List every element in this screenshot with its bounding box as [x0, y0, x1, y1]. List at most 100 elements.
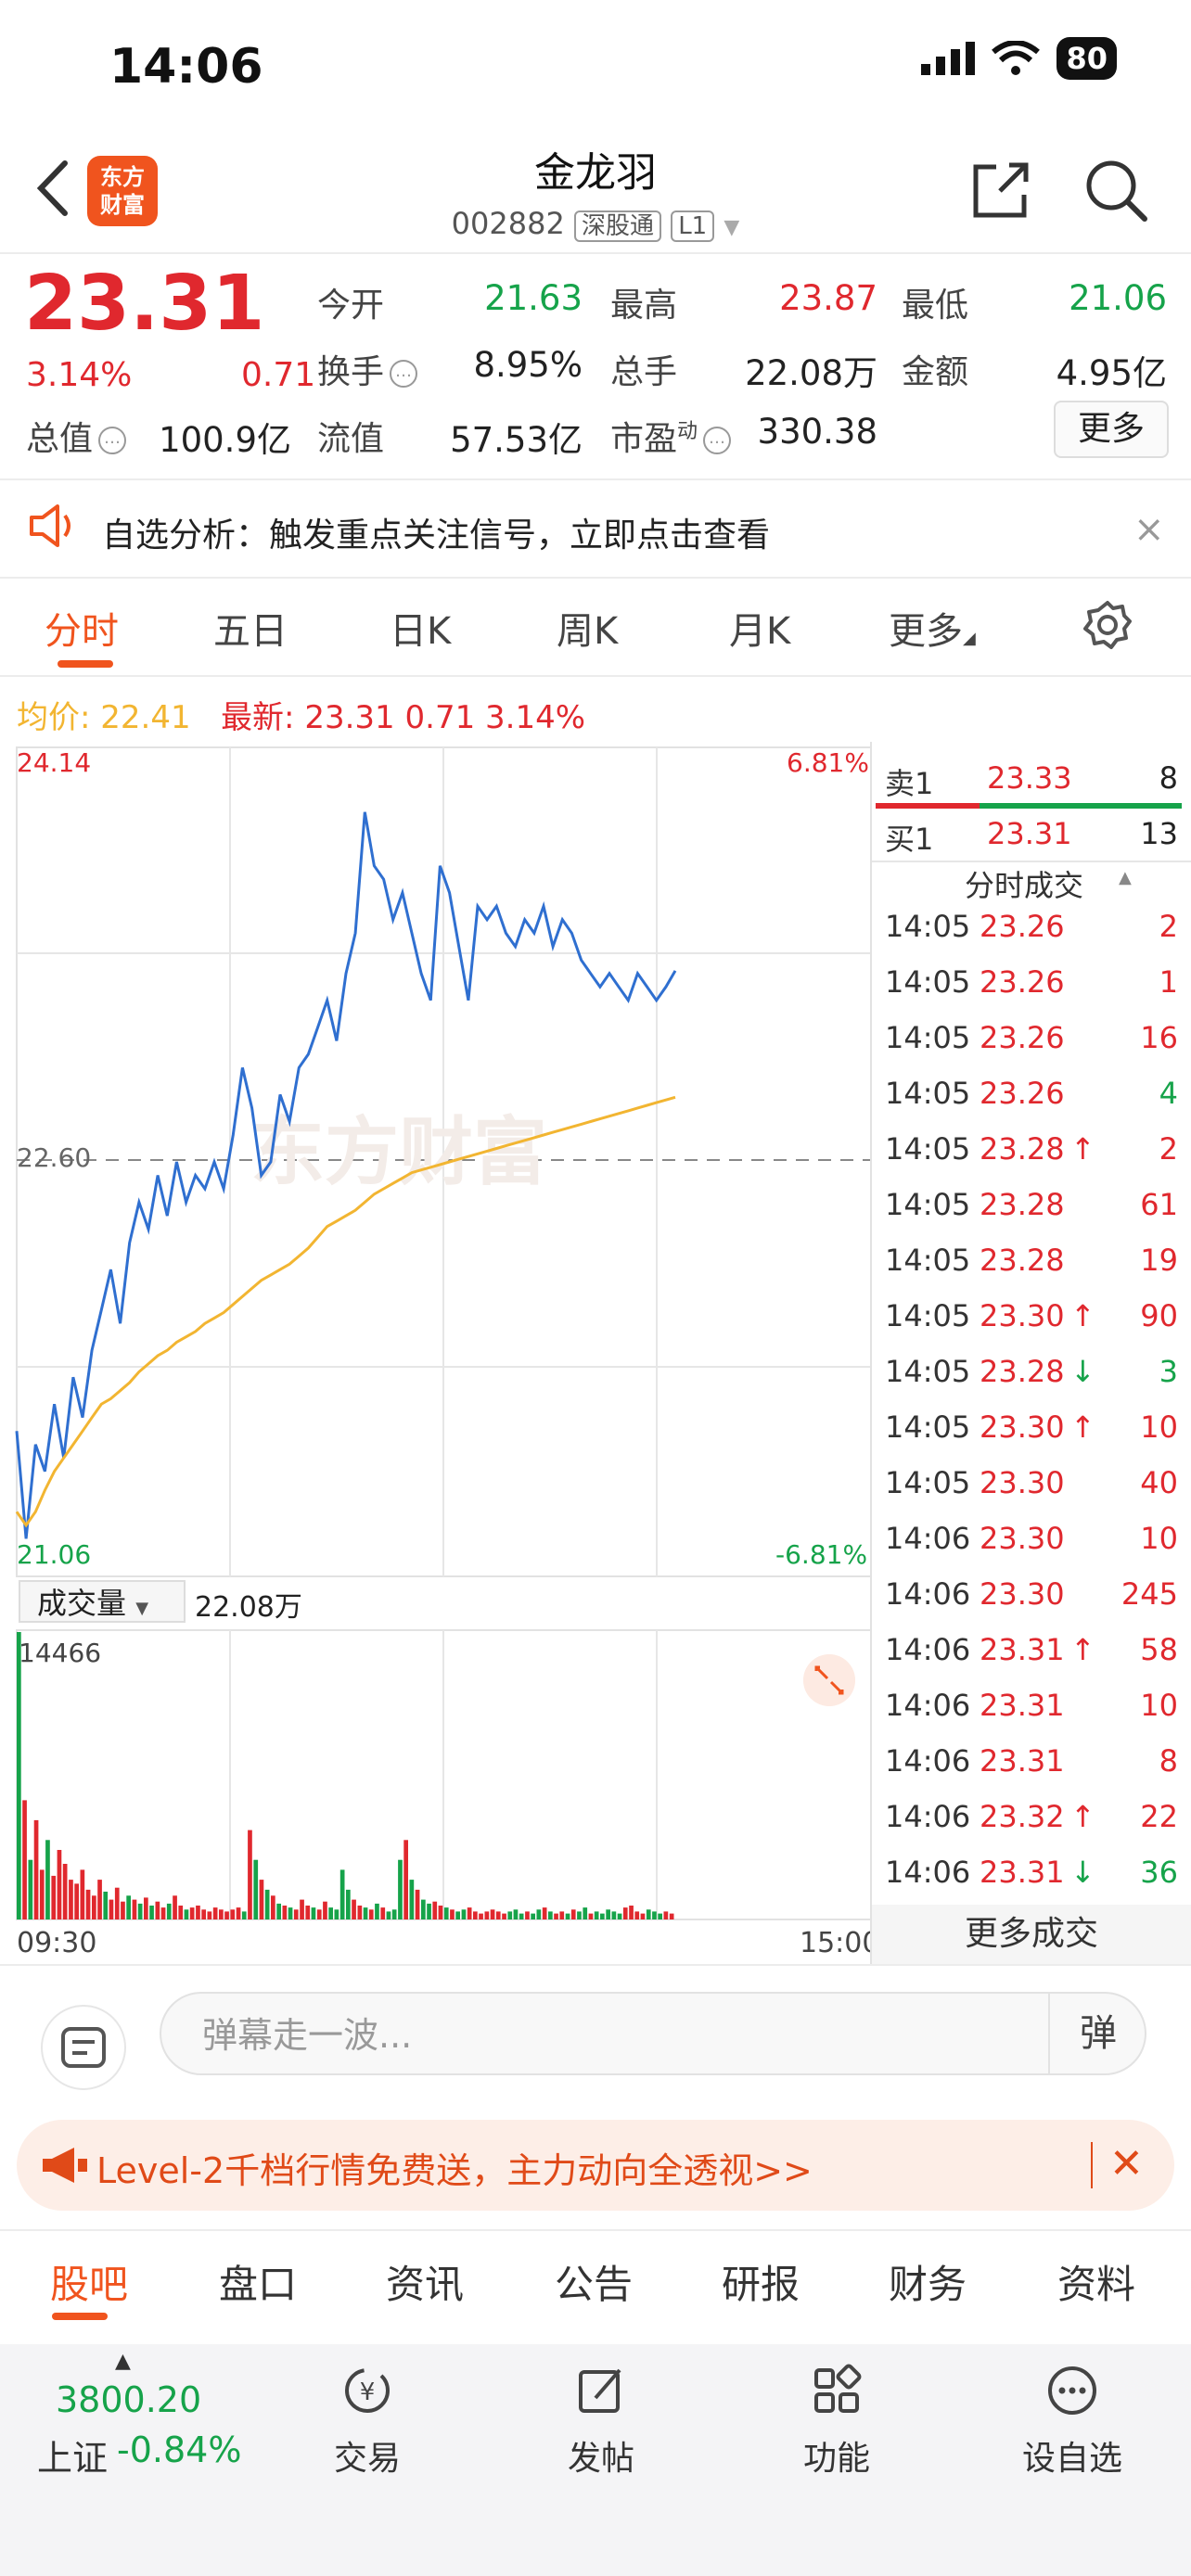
- tab-five-day[interactable]: 五日: [213, 601, 288, 655]
- x-end-label: 15:00: [800, 1927, 880, 1959]
- volume-bar: [178, 1906, 184, 1919]
- volume-bar: [334, 1909, 339, 1919]
- tab-announcements[interactable]: 公告: [555, 2253, 633, 2310]
- market-cap-label[interactable]: 总值…: [26, 412, 127, 460]
- volume-bar: [409, 1880, 415, 1919]
- volume-bar: [617, 1913, 622, 1919]
- functions-button[interactable]: 功能: [772, 2363, 902, 2480]
- intraday-chart[interactable]: 东方财富: [0, 742, 872, 1947]
- tick-time: 14:05: [885, 1187, 971, 1222]
- turnover-label-text: 换手: [317, 353, 385, 391]
- post-button[interactable]: 发帖: [536, 2363, 666, 2480]
- volume-max-label: 14466: [19, 1638, 102, 1668]
- volume-bar: [45, 1840, 50, 1919]
- index-value[interactable]: 3800.20: [56, 2379, 201, 2420]
- tick-volume: 2: [1159, 909, 1178, 944]
- tab-pankou[interactable]: 盘口: [219, 2253, 297, 2310]
- trade-button[interactable]: ¥ 交易: [302, 2363, 432, 2480]
- tab-intraday[interactable]: 分时: [45, 601, 119, 655]
- tick-price: 23.31: [980, 1855, 1065, 1890]
- tab-guba[interactable]: 股吧: [50, 2253, 128, 2310]
- market-cap-label-text: 总值: [26, 420, 94, 458]
- info-icon[interactable]: …: [98, 427, 127, 454]
- volume-bar: [132, 1899, 137, 1919]
- tick-volume: 8: [1159, 1743, 1178, 1779]
- volume-bar: [386, 1911, 391, 1919]
- promo-text[interactable]: Level-2千档行情免费送，主力动向全透视>>: [96, 2142, 813, 2193]
- tick-row: 14:05 23.30 ↑ 10: [872, 1409, 1178, 1447]
- add-watchlist-label: 设自选: [1021, 2440, 1122, 2478]
- volume-indicator-select[interactable]: 成交量 ▼: [19, 1580, 186, 1623]
- arrow-up-icon: ↑: [1070, 1632, 1095, 1667]
- close-icon[interactable]: ✕: [1109, 2140, 1144, 2187]
- turnover-label[interactable]: 换手…: [317, 345, 418, 393]
- tab-daily-k[interactable]: 日K: [390, 601, 451, 655]
- tab-weekly-k[interactable]: 周K: [557, 601, 618, 655]
- trade-icon: ¥: [345, 2368, 390, 2413]
- search-icon[interactable]: [1083, 158, 1148, 223]
- volume-bar: [490, 1909, 495, 1919]
- volume-bar: [241, 1911, 247, 1919]
- tick-volume: 61: [1140, 1187, 1178, 1222]
- latest-value: 23.31: [304, 699, 395, 736]
- tick-time: 14:06: [885, 1855, 971, 1890]
- pe-label[interactable]: 市盈动…: [610, 412, 732, 460]
- megaphone-icon: [43, 2148, 87, 2183]
- volume-bar: [600, 1913, 605, 1919]
- high-value: 23.87: [779, 278, 877, 318]
- more-button[interactable]: 更多: [1054, 401, 1169, 458]
- tick-time: 14:05: [885, 1243, 971, 1278]
- tick-time: 14:05: [885, 1354, 971, 1389]
- tab-research[interactable]: 研报: [722, 2253, 800, 2310]
- tab-finance[interactable]: 财务: [889, 2253, 967, 2310]
- dropdown-icon: ▼: [724, 216, 740, 239]
- volume-bar: [594, 1911, 599, 1919]
- volume-bar: [536, 1909, 542, 1919]
- volume-bar: [80, 1869, 85, 1919]
- share-icon[interactable]: [968, 158, 1033, 223]
- volume-bar: [207, 1911, 212, 1919]
- tab-news[interactable]: 资讯: [386, 2253, 464, 2310]
- tick-volume: 10: [1140, 1521, 1178, 1556]
- tab-profile[interactable]: 资料: [1057, 2253, 1135, 2310]
- info-icon[interactable]: …: [390, 360, 418, 388]
- stock-code: 002882: [451, 206, 565, 241]
- volume-bar: [548, 1911, 553, 1919]
- caret-up-icon: ▲: [1119, 868, 1132, 887]
- tick-price: 23.28: [980, 1354, 1065, 1389]
- index-name[interactable]: 上证: [37, 2429, 108, 2480]
- volume-bar: [236, 1907, 241, 1919]
- tick-price: 23.30: [980, 1298, 1065, 1333]
- tab-more[interactable]: 更多◢: [889, 601, 976, 655]
- danmu-send-button[interactable]: 弹: [1048, 1994, 1146, 2073]
- tick-time: 14:06: [885, 1521, 971, 1556]
- tick-row: 14:05 23.26 4: [872, 1076, 1178, 1113]
- expand-icon[interactable]: [803, 1654, 855, 1706]
- volume-bar: [149, 1906, 154, 1919]
- info-icon[interactable]: …: [703, 427, 732, 454]
- index-change[interactable]: -0.84%: [117, 2429, 241, 2470]
- arrow-down-icon: ↓: [1070, 1855, 1095, 1890]
- tab-active-indicator: [52, 2313, 108, 2320]
- volume-bar: [554, 1913, 558, 1919]
- amount-value: 4.95亿: [1056, 353, 1167, 393]
- tab-monthly-k[interactable]: 月K: [729, 601, 790, 655]
- close-icon[interactable]: ×: [1133, 508, 1165, 551]
- add-watchlist-button[interactable]: 设自选: [1007, 2363, 1137, 2480]
- change-percent: 3.14%: [26, 356, 133, 394]
- gear-icon[interactable]: [1082, 599, 1133, 651]
- danmu-input[interactable]: 弹幕走一波...: [160, 1992, 1146, 2075]
- danmu-toggle-icon[interactable]: [41, 2005, 126, 2090]
- ticks-title[interactable]: 分时成交 ▲: [872, 862, 1178, 903]
- pct-low-label: -6.81%: [775, 1539, 868, 1570]
- tick-time: 14:05: [885, 1465, 971, 1500]
- divider: [0, 675, 1191, 677]
- analysis-banner[interactable]: 自选分析：触发重点关注信号，立即点击查看: [102, 508, 770, 556]
- more-ticks-button[interactable]: 更多成交: [872, 1905, 1191, 1964]
- volume-bar: [391, 1909, 397, 1919]
- volume-bar: [432, 1901, 438, 1919]
- tick-price: 23.30: [980, 1465, 1065, 1500]
- tab-more-caret-icon: ◢: [963, 629, 976, 648]
- ask-label: 卖1: [885, 766, 934, 801]
- speaker-icon: [30, 504, 70, 547]
